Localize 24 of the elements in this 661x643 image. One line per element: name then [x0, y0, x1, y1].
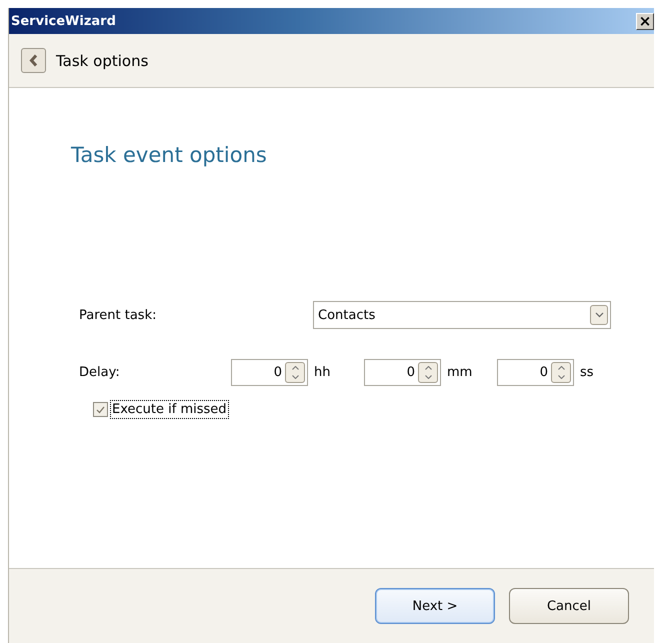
section-title: Task event options: [71, 143, 267, 167]
spin-buttons[interactable]: [551, 362, 571, 383]
spin-buttons[interactable]: [418, 362, 438, 383]
close-button[interactable]: ×: [636, 12, 654, 30]
window-title: ServiceWizard: [11, 14, 116, 28]
unit-label: mm: [446, 365, 474, 380]
dropdown-button[interactable]: [590, 305, 608, 325]
checkbox[interactable]: [93, 402, 108, 417]
spin-buttons[interactable]: [285, 362, 305, 383]
spin-field[interactable]: 0: [364, 359, 441, 386]
check-icon: [96, 406, 105, 414]
field-label: Delay:: [79, 365, 121, 380]
parent-task-dropdown[interactable]: Contacts: [313, 301, 611, 329]
unit-label: hh: [313, 365, 332, 380]
cancel-button[interactable]: Cancel: [509, 588, 629, 624]
page-title: Task options: [56, 52, 148, 70]
spin-field[interactable]: 0: [497, 359, 574, 386]
unit-label: ss: [579, 365, 595, 380]
field-label: Parent task:: [79, 308, 156, 322]
spin-field[interactable]: 0: [231, 359, 308, 386]
next-button[interactable]: Next >: [375, 588, 495, 624]
chevron-down-icon: [594, 312, 604, 318]
back-button[interactable]: [21, 48, 46, 73]
checkbox-label[interactable]: Execute if missed: [110, 400, 229, 419]
